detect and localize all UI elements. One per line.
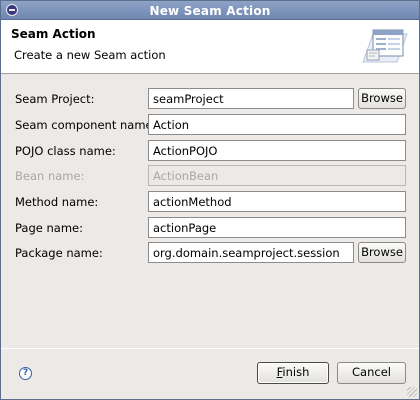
wizard-page-title: Seam Action xyxy=(11,27,96,41)
title-bar[interactable]: New Seam Action xyxy=(1,1,419,20)
package-name-label: Package name: xyxy=(15,246,103,260)
wizard-banner-icon xyxy=(357,24,409,68)
bean-name-label: Bean name: xyxy=(15,169,85,183)
wizard-page-description: Create a new Seam action xyxy=(14,48,166,62)
seam-project-input[interactable] xyxy=(148,88,354,109)
wizard-header: Seam Action Create a new Seam action xyxy=(1,20,419,74)
finish-label: inish xyxy=(282,365,310,379)
page-name-row: Page name: xyxy=(1,217,419,239)
method-name-row: Method name: xyxy=(1,191,419,213)
seam-project-browse-button[interactable]: Browse xyxy=(358,88,406,109)
seam-component-name-label: Seam component name: xyxy=(15,118,157,132)
help-icon[interactable]: ? xyxy=(19,367,32,380)
window-title: New Seam Action xyxy=(149,4,271,18)
seam-component-name-row: Seam component name: xyxy=(1,114,419,136)
pojo-class-name-row: POJO class name: xyxy=(1,140,419,162)
seam-project-label: Seam Project: xyxy=(15,92,95,106)
bean-name-input xyxy=(148,165,406,186)
footer-separator xyxy=(1,348,419,349)
package-name-browse-button[interactable]: Browse xyxy=(358,242,406,263)
new-seam-action-dialog: New Seam Action Seam Action Create a new… xyxy=(0,0,420,400)
package-name-row: Package name: Browse xyxy=(1,242,419,264)
method-name-label: Method name: xyxy=(15,195,99,209)
bean-name-row: Bean name: xyxy=(1,165,419,187)
resize-grip[interactable] xyxy=(407,387,417,397)
seam-project-row: Seam Project: Browse xyxy=(1,88,419,110)
page-name-input[interactable] xyxy=(148,217,406,238)
pojo-class-name-label: POJO class name: xyxy=(15,144,116,158)
seam-component-name-input[interactable] xyxy=(148,114,406,135)
method-name-input[interactable] xyxy=(148,191,406,212)
package-name-input[interactable] xyxy=(148,242,354,263)
pojo-class-name-input[interactable] xyxy=(148,140,406,161)
cancel-button[interactable]: Cancel xyxy=(337,362,406,384)
page-name-label: Page name: xyxy=(15,221,83,235)
finish-button[interactable]: Finish xyxy=(257,362,329,384)
